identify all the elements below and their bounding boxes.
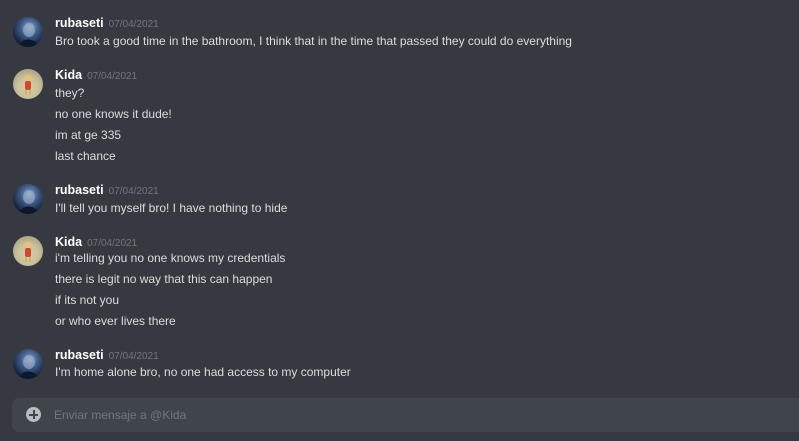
rubaseti-avatar-icon [19,190,39,214]
avatar[interactable] [13,184,43,214]
message-header: rubaseti 07/04/2021 [55,347,159,363]
avatar[interactable] [13,69,43,99]
username[interactable]: rubaseti [55,348,104,362]
timestamp: 07/04/2021 [108,186,159,197]
timestamp: 07/04/2021 [108,19,159,30]
avatar[interactable] [13,236,43,266]
message-text: I'll tell you myself bro! I have nothing… [55,201,288,215]
message-list[interactable]: rubaseti 07/04/2021 Bro took a good time … [0,0,799,392]
kida-avatar-icon [24,75,32,95]
avatar[interactable] [13,349,43,379]
avatar[interactable] [13,17,43,47]
message-text: Bro took a good time in the bathroom, I … [55,34,572,48]
message-text: last chance [55,149,116,163]
message-input[interactable] [54,398,774,432]
username[interactable]: rubaseti [55,16,104,30]
message-text: im at ge 335 [55,128,122,142]
message-text: i'm telling you no one knows my credenti… [55,251,286,265]
timestamp: 07/04/2021 [87,238,138,249]
timestamp: 07/04/2021 [108,351,159,362]
username[interactable]: rubaseti [55,183,104,197]
username[interactable]: Kida [55,235,82,249]
message-composer [12,398,799,432]
rubaseti-avatar-icon [19,355,39,379]
rubaseti-avatar-icon [19,23,39,47]
username[interactable]: Kida [55,68,82,82]
message-text: if its not you [55,293,120,307]
message-header: Kida 07/04/2021 [55,234,137,250]
message-text: no one knows it dude! [55,107,172,121]
message-header: rubaseti 07/04/2021 [55,15,159,31]
message-text: there is legit no way that this can happ… [55,272,273,286]
message-text: or who ever lives there [55,314,176,328]
message-header: Kida 07/04/2021 [55,67,137,83]
message-text: I'm home alone bro, no one had access to… [55,365,351,379]
timestamp: 07/04/2021 [87,71,138,82]
kida-avatar-icon [24,242,32,262]
message-text: they? [55,86,85,100]
plus-circle-icon[interactable] [26,407,41,422]
message-header: rubaseti 07/04/2021 [55,182,159,198]
